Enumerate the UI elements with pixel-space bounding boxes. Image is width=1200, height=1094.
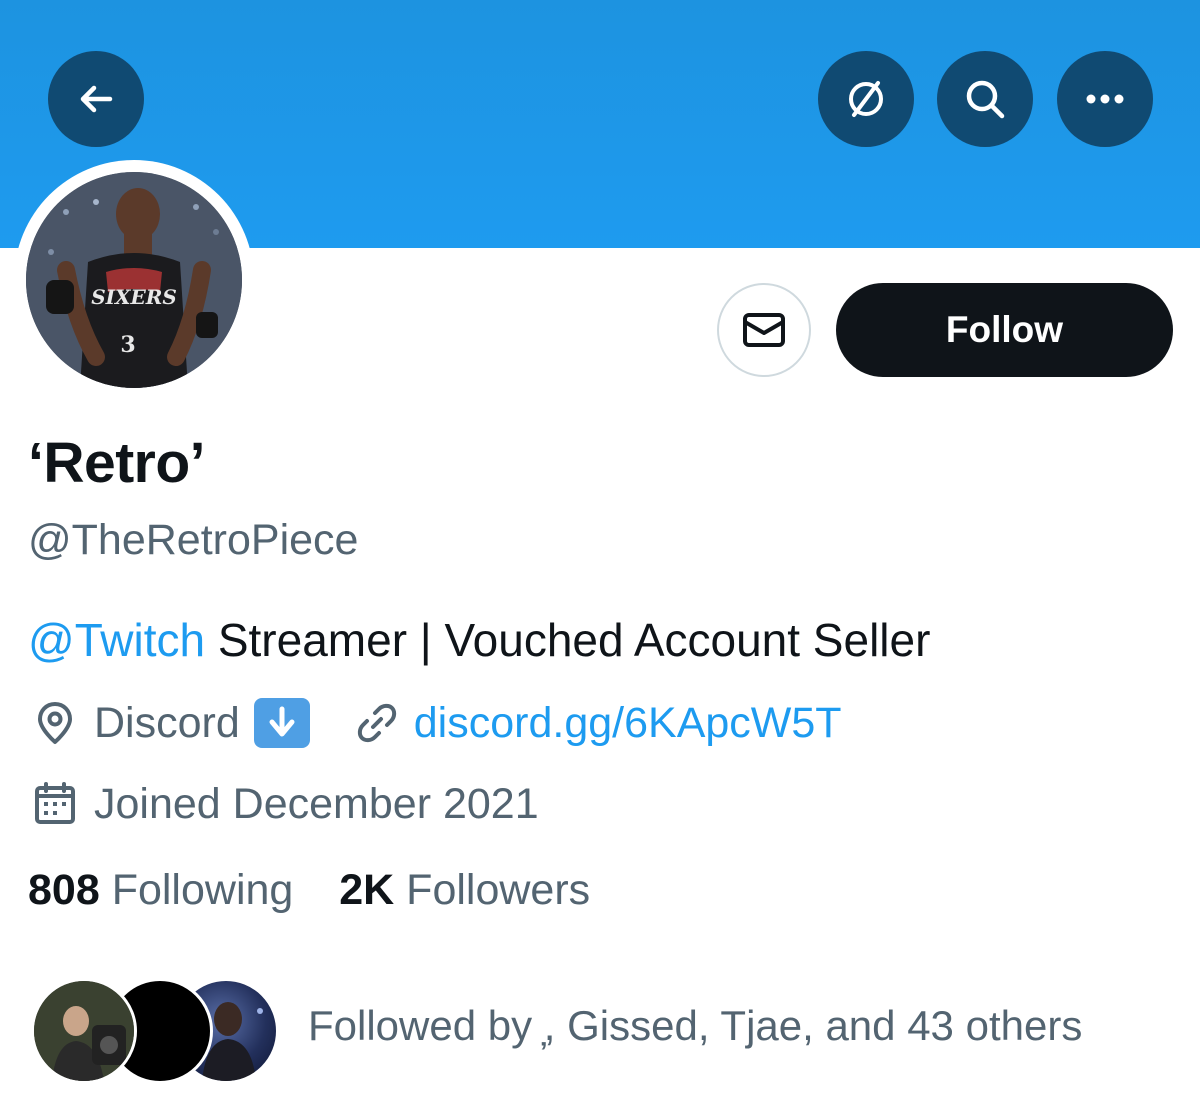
website-link[interactable]: discord.gg/6KApcW5T (414, 699, 842, 748)
arrow-left-icon (80, 85, 113, 113)
follow-button[interactable]: Follow (836, 283, 1173, 377)
mail-icon (743, 313, 785, 347)
message-button[interactable] (717, 283, 811, 377)
svg-text:3: 3 (120, 332, 135, 358)
profile-bio: @Twitch Streamer | Vouched Account Selle… (28, 613, 930, 667)
followers-label: Followers (406, 866, 591, 914)
bio-mention-link[interactable]: @Twitch (28, 614, 205, 666)
followed-by-text[interactable]: Followed by ̦, Gissed, Tjae, and 43 othe… (308, 1002, 1082, 1050)
more-horizontal-icon (1086, 94, 1124, 104)
down-arrow-emoji (253, 698, 310, 748)
profile-handle: @TheRetroPiece (28, 516, 359, 564)
more-options-button[interactable] (1057, 51, 1153, 147)
search-button[interactable] (937, 51, 1033, 147)
followers-count: 2K (339, 866, 395, 914)
grok-button[interactable] (818, 51, 914, 147)
profile-meta-joined: Joined December 2021 (28, 776, 539, 832)
mutual-follower-avatar (31, 978, 137, 1084)
joined-text: Joined December 2021 (94, 779, 539, 828)
avatar-image: SIXERS 3 (26, 172, 242, 388)
grok-icon (849, 81, 883, 117)
profile-meta-location-link: Discord discord.gg/6KApcW5T (28, 695, 842, 751)
avatar[interactable]: SIXERS 3 (26, 172, 242, 388)
bio-text: Streamer | Vouched Account Seller (205, 614, 931, 666)
profile-display-name: ‘Retro’ (28, 431, 206, 495)
following-label: Following (111, 866, 294, 914)
calendar-icon (35, 782, 75, 824)
following-count: 808 (28, 866, 100, 914)
search-icon (966, 80, 1005, 119)
svg-text:SIXERS: SIXERS (91, 285, 177, 309)
following-stat[interactable]: 808 Following (28, 866, 293, 914)
back-button[interactable] (48, 51, 144, 147)
location-pin-icon (38, 702, 72, 744)
profile-stats: 808 Following 2K Followers (28, 866, 590, 915)
followers-stat[interactable]: 2K Followers (339, 866, 590, 914)
link-icon (357, 703, 396, 743)
location-text: Discord (94, 698, 240, 747)
